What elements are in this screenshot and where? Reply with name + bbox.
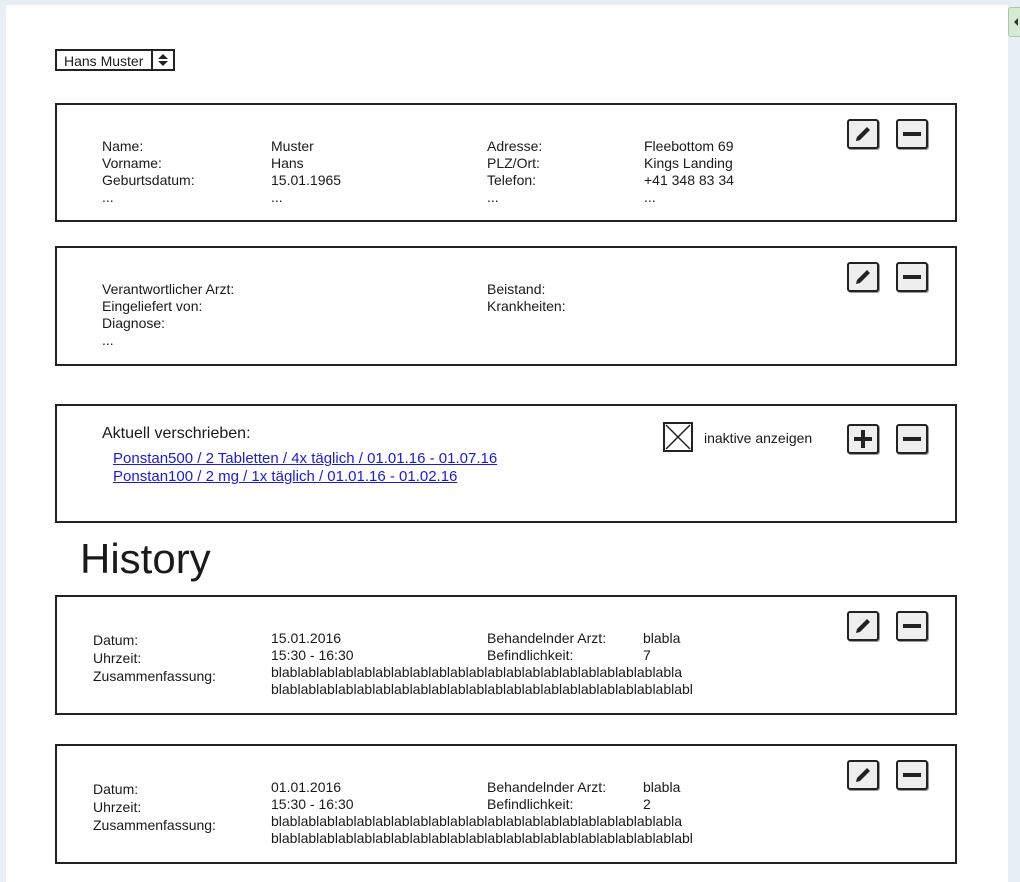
label-more-3: ... — [102, 332, 114, 348]
summary-line: blablablablablablablablablablablablablab… — [271, 681, 693, 697]
label-behandelnder-arzt: Behandelnder Arzt: — [487, 630, 607, 646]
history-labels-col2: Behandelnder Arzt: Befindlichkeit: — [487, 630, 606, 664]
label-eingeliefert-von: Eingeliefert von: — [102, 298, 203, 314]
patient-select[interactable]: Hans Muster — [55, 49, 175, 71]
remove-medical-button[interactable] — [896, 262, 928, 292]
value-vorname: Hans — [271, 155, 304, 171]
summary-line: blablablablablablablablablablablablablab… — [271, 813, 683, 829]
label-beistand: Beistand: — [487, 281, 546, 297]
label-name: Name: — [102, 138, 144, 154]
personal-values-col2: Fleebottom 69 Kings Landing +41 348 83 3… — [644, 138, 734, 206]
remove-history-button[interactable] — [896, 760, 928, 790]
prescriptions-panel: Aktuell verschrieben: Ponstan500 / 2 Tab… — [55, 404, 957, 523]
prescriptions-list: Ponstan500 / 2 Tabletten / 4x täglich / … — [113, 450, 497, 486]
prescription-link[interactable]: Ponstan100 / 2 mg / 1x täglich / 01.01.1… — [113, 468, 497, 486]
value-behandelnder-arzt: blabla — [643, 779, 681, 795]
label-zusammenfassung: Zusammenfassung: — [93, 817, 216, 833]
value-plz-ort: Kings Landing — [644, 155, 733, 171]
history-labels: Datum: Uhrzeit: Zusammenfassung: — [93, 631, 216, 685]
label-datum: Datum: — [93, 632, 139, 648]
history-values-col2: blabla 7 — [643, 630, 680, 664]
history-entry: Datum: Uhrzeit: Zusammenfassung: 15.01.2… — [55, 595, 957, 715]
personal-values-col1: Muster Hans 15.01.1965 ... — [271, 138, 341, 206]
label-befindlichkeit: Befindlichkeit: — [487, 647, 574, 663]
label-diagnose: Diagnose: — [102, 315, 166, 331]
history-values: 15.01.2016 15:30 - 16:30 blablablablabla… — [271, 630, 693, 698]
minus-icon — [903, 624, 921, 628]
summary-line: blablablablablablablablablablablablablab… — [271, 830, 693, 846]
personal-labels-col1: Name: Vorname: Geburtsdatum: ... — [102, 138, 195, 206]
label-verantwortlicher-arzt: Verantwortlicher Arzt: — [102, 281, 235, 297]
label-zusammenfassung: Zusammenfassung: — [93, 668, 216, 684]
sort-arrows-icon[interactable] — [151, 51, 173, 69]
personal-info-panel: Name: Vorname: Geburtsdatum: ... Muster … — [55, 103, 957, 222]
value-telefon: +41 348 83 34 — [644, 172, 734, 188]
history-title: History — [80, 535, 211, 582]
value-more: ... — [271, 189, 283, 205]
pencil-icon — [856, 127, 870, 141]
show-inactive-label: inaktive anzeigen — [704, 430, 813, 446]
minus-icon — [903, 275, 921, 279]
value-befindlichkeit: 7 — [643, 647, 651, 663]
value-adresse: Fleebottom 69 — [644, 138, 734, 154]
history-entry: Datum: Uhrzeit: Zusammenfassung: 01.01.2… — [55, 744, 957, 864]
value-geburtsdatum: 15.01.1965 — [271, 172, 342, 188]
medical-labels-col1: Verantwortlicher Arzt: Eingeliefert von:… — [102, 281, 234, 349]
remove-personal-button[interactable] — [896, 119, 928, 149]
pencil-icon — [856, 768, 870, 782]
edit-personal-button[interactable] — [847, 119, 879, 149]
value-behandelnder-arzt: blabla — [643, 630, 681, 646]
pencil-icon — [856, 619, 870, 633]
value-more-2: ... — [644, 189, 656, 205]
history-labels-col2: Behandelnder Arzt: Befindlichkeit: — [487, 779, 606, 813]
remove-prescription-button[interactable] — [896, 424, 928, 454]
label-more: ... — [102, 189, 114, 205]
label-behandelnder-arzt: Behandelnder Arzt: — [487, 779, 607, 795]
remove-history-button[interactable] — [896, 611, 928, 641]
label-more-2: ... — [487, 189, 499, 205]
value-uhrzeit: 15:30 - 16:30 — [271, 647, 354, 663]
label-telefon: Telefon: — [487, 172, 537, 188]
medical-labels-col2: Beistand: Krankheiten: — [487, 281, 566, 315]
history-labels: Datum: Uhrzeit: Zusammenfassung: — [93, 780, 216, 834]
label-vorname: Vorname: — [102, 155, 162, 171]
edit-history-button[interactable] — [847, 611, 879, 641]
value-name: Muster — [271, 138, 314, 154]
label-geburtsdatum: Geburtsdatum: — [102, 172, 195, 188]
show-inactive-checkbox[interactable] — [663, 422, 693, 452]
minus-icon — [903, 132, 921, 136]
edit-medical-button[interactable] — [847, 262, 879, 292]
label-adresse: Adresse: — [487, 138, 543, 154]
sidebar-toggle-tab[interactable] — [1008, 7, 1020, 37]
personal-labels-col2: Adresse: PLZ/Ort: Telefon: ... — [487, 138, 542, 206]
arrow-left-icon — [1014, 18, 1018, 26]
value-datum: 01.01.2016 — [271, 779, 342, 795]
value-uhrzeit: 15:30 - 16:30 — [271, 796, 354, 812]
value-datum: 15.01.2016 — [271, 630, 342, 646]
patient-select-value: Hans Muster — [64, 53, 144, 69]
prescription-link[interactable]: Ponstan500 / 2 Tabletten / 4x täglich / … — [113, 450, 497, 468]
add-prescription-button[interactable] — [847, 424, 879, 454]
medical-info-panel: Verantwortlicher Arzt: Eingeliefert von:… — [55, 246, 957, 366]
pencil-icon — [856, 270, 870, 284]
label-krankheiten: Krankheiten: — [487, 298, 566, 314]
label-uhrzeit: Uhrzeit: — [93, 650, 142, 666]
label-uhrzeit: Uhrzeit: — [93, 799, 142, 815]
plus-icon — [854, 430, 872, 448]
value-befindlichkeit: 2 — [643, 796, 651, 812]
label-befindlichkeit: Befindlichkeit: — [487, 796, 574, 812]
minus-icon — [903, 437, 921, 441]
history-values-col2: blabla 2 — [643, 779, 680, 813]
summary-line: blablablablablablablablablablablablablab… — [271, 664, 683, 680]
minus-icon — [903, 773, 921, 777]
history-values: 01.01.2016 15:30 - 16:30 blablablablabla… — [271, 779, 693, 847]
edit-history-button[interactable] — [847, 760, 879, 790]
label-datum: Datum: — [93, 781, 139, 797]
checkbox-crossed-icon — [665, 424, 691, 450]
label-plz-ort: PLZ/Ort: — [487, 155, 540, 171]
prescriptions-heading: Aktuell verschrieben: — [102, 425, 251, 442]
